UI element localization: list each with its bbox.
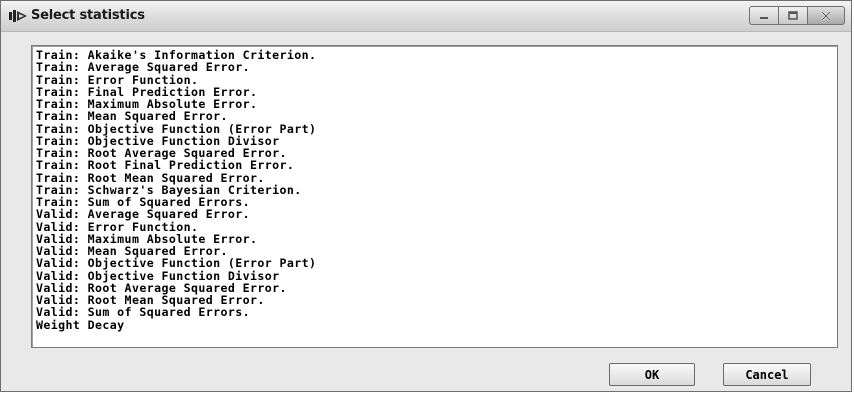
maximize-button[interactable] (778, 6, 808, 25)
statistics-list: Train: Akaike's Information Criterion. T… (32, 46, 837, 331)
list-item[interactable]: Valid: Objective Function (Error Part) (36, 257, 837, 270)
title-bar[interactable]: Select statistics (1, 1, 851, 32)
statistics-listbox[interactable]: Train: Akaike's Information Criterion. T… (31, 45, 838, 348)
window-title: Select statistics (31, 8, 145, 23)
list-item[interactable]: Train: Root Mean Squared Error. (36, 171, 837, 184)
list-item[interactable]: Weight Decay (36, 318, 837, 331)
window-controls (749, 6, 845, 25)
close-button[interactable] (807, 6, 845, 25)
list-item[interactable]: Train: Mean Squared Error. (36, 110, 837, 123)
ok-button[interactable]: OK (609, 363, 695, 386)
app-icon (9, 10, 27, 22)
list-item[interactable]: Valid: Error Function. (36, 220, 837, 233)
maximize-icon (788, 10, 798, 20)
cancel-button[interactable]: Cancel (723, 363, 811, 386)
list-item[interactable]: Valid: Average Squared Error. (36, 208, 837, 221)
list-item[interactable]: Valid: Objective Function Divisor (36, 269, 837, 282)
list-item[interactable]: Train: Average Squared Error. (36, 61, 837, 74)
list-item[interactable]: Train: Error Function. (36, 73, 837, 86)
list-item[interactable]: Train: Objective Function (Error Part) (36, 122, 837, 135)
minimize-button[interactable] (749, 6, 779, 25)
select-statistics-dialog: Select statistics Train: Akaike's Inform… (0, 0, 852, 392)
list-item[interactable]: Valid: Sum of Squared Errors. (36, 306, 837, 319)
close-icon (821, 10, 831, 21)
list-item[interactable]: Train: Root Final Prediction Error. (36, 159, 837, 172)
minimize-icon (760, 16, 768, 19)
